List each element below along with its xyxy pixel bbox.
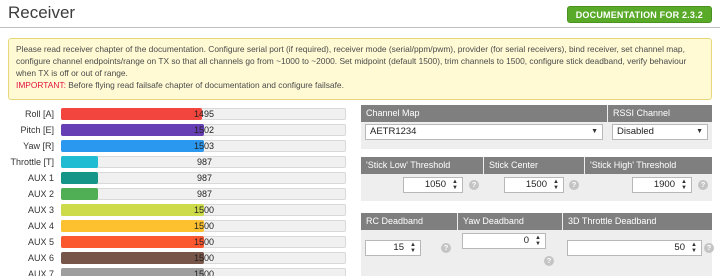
receiver-page: Receiver DOCUMENTATION FOR 2.3.2 Please … [0, 0, 720, 276]
channel-label: AUX 7 [27, 269, 54, 276]
channel-row: AUX 5 1500 [0, 234, 350, 250]
channel-value: 987 [197, 157, 213, 167]
channel-row: AUX 6 1500 [0, 250, 350, 266]
rssi-channel-header: RSSI Channel [608, 105, 712, 122]
stick-low-header: 'Stick Low' Threshold [361, 157, 483, 174]
help-icon[interactable]: ? [441, 243, 451, 253]
channel-label: Roll [A] [24, 109, 54, 119]
channel-label: AUX 3 [27, 205, 54, 215]
documentation-button[interactable]: DOCUMENTATION FOR 2.3.2 [566, 6, 712, 23]
throttle-deadband-header: 3D Throttle Deadband [563, 213, 712, 230]
channel-fill [61, 140, 204, 152]
stick-low-input[interactable]: 1050 ▲ ▼ [403, 177, 463, 193]
channel-fill [61, 156, 98, 168]
channel-value: 987 [197, 189, 213, 199]
spinner-icon[interactable]: ▲ ▼ [553, 179, 559, 191]
throttle-deadband-value: 50 [674, 242, 685, 253]
spinner-icon[interactable]: ▲ ▼ [452, 179, 458, 191]
help-icon[interactable]: ? [569, 180, 579, 190]
channel-fill [61, 252, 204, 264]
help-icon[interactable]: ? [704, 243, 714, 253]
channel-value: 1503 [194, 141, 215, 151]
deadband-panel: RC Deadband Yaw Deadband 3D Throttle Dea… [361, 213, 714, 276]
stick-low-value: 1050 [424, 179, 446, 190]
spinner-icon[interactable]: ▲ ▼ [535, 235, 541, 247]
channel-row: AUX 1 987 [0, 170, 350, 186]
channel-label: Pitch [E] [20, 125, 54, 135]
channel-row: AUX 3 1500 [0, 202, 350, 218]
note-important-text: Before flying read failsafe chapter of d… [65, 80, 344, 90]
channel-map-value: AETR1234 [370, 126, 417, 137]
channel-row: AUX 4 1500 [0, 218, 350, 234]
channel-row: Pitch [E] 1502 [0, 122, 350, 138]
header-divider [0, 27, 720, 28]
channel-fill [61, 220, 204, 232]
help-icon[interactable]: ? [544, 256, 554, 266]
channel-value: 1500 [194, 269, 215, 276]
channel-fill [61, 236, 204, 248]
channel-label: Yaw [R] [23, 141, 54, 151]
spinner-icon[interactable]: ▲ ▼ [410, 242, 416, 254]
yaw-deadband-value: 0 [523, 235, 529, 246]
channel-value: 1502 [194, 125, 215, 135]
stick-threshold-panel: 'Stick Low' Threshold Stick Center 'Stic… [361, 157, 712, 201]
note-text: Please read receiver chapter of the docu… [16, 44, 687, 78]
channel-value: 987 [197, 173, 213, 183]
channel-row: Throttle [T] 987 [0, 154, 350, 170]
note-important-label: IMPORTANT: [16, 80, 66, 90]
spinner-icon[interactable]: ▲ ▼ [681, 179, 687, 191]
stick-high-input[interactable]: 1900 ▲ ▼ [632, 177, 692, 193]
yaw-deadband-header: Yaw Deadband [458, 213, 562, 230]
channel-fill [61, 172, 98, 184]
chevron-down-icon: ▼ [591, 128, 598, 135]
channel-map-panel: Channel Map RSSI Channel AETR1234 ▼ Disa… [361, 105, 712, 149]
channel-label: AUX 5 [27, 237, 54, 247]
help-icon[interactable]: ? [698, 180, 708, 190]
info-note: Please read receiver chapter of the docu… [8, 38, 712, 100]
page-header: Receiver DOCUMENTATION FOR 2.3.2 [0, 0, 720, 30]
channel-label: AUX 2 [27, 189, 54, 199]
channel-label: AUX 1 [27, 173, 54, 183]
help-icon[interactable]: ? [469, 180, 479, 190]
stick-center-value: 1500 [525, 179, 547, 190]
rc-deadband-value: 15 [393, 242, 404, 253]
channel-row: Yaw [R] 1503 [0, 138, 350, 154]
channel-row: Roll [A] 1495 [0, 106, 350, 122]
channel-label: Throttle [T] [10, 157, 54, 167]
chevron-down-icon: ▼ [696, 128, 703, 135]
rssi-channel-select[interactable]: Disabled ▼ [612, 124, 708, 140]
rc-deadband-header: RC Deadband [361, 213, 457, 230]
channel-bars: Roll [A] 1495 Pitch [E] 1502 Yaw [R] 1503 Thro… [0, 106, 350, 276]
channel-value: 1500 [194, 205, 215, 215]
rssi-channel-value: Disabled [617, 126, 654, 137]
channel-fill [61, 204, 204, 216]
stick-center-input[interactable]: 1500 ▲ ▼ [504, 177, 564, 193]
stick-high-header: 'Stick High' Threshold [585, 157, 712, 174]
channel-row: AUX 7 1500 [0, 266, 350, 276]
stick-center-header: Stick Center [484, 157, 584, 174]
channel-value: 1500 [194, 253, 215, 263]
channel-fill [61, 188, 98, 200]
channel-fill [61, 108, 202, 120]
channel-map-select[interactable]: AETR1234 ▼ [365, 124, 603, 140]
stick-high-value: 1900 [653, 179, 675, 190]
page-title: Receiver [8, 3, 76, 22]
rc-deadband-input[interactable]: 15 ▲ ▼ [365, 240, 421, 256]
channel-fill [61, 268, 204, 276]
channel-map-header: Channel Map [361, 105, 607, 122]
channel-value: 1500 [194, 221, 215, 231]
yaw-deadband-input[interactable]: 0 ▲ ▼ [462, 233, 546, 249]
throttle-deadband-input[interactable]: 50 ▲ ▼ [567, 240, 702, 256]
channel-label: AUX 6 [27, 253, 54, 263]
channel-row: AUX 2 987 [0, 186, 350, 202]
channel-value: 1500 [194, 237, 215, 247]
channel-value: 1495 [194, 109, 215, 119]
channel-fill [61, 124, 204, 136]
channel-label: AUX 4 [27, 221, 54, 231]
spinner-icon[interactable]: ▲ ▼ [691, 242, 697, 254]
